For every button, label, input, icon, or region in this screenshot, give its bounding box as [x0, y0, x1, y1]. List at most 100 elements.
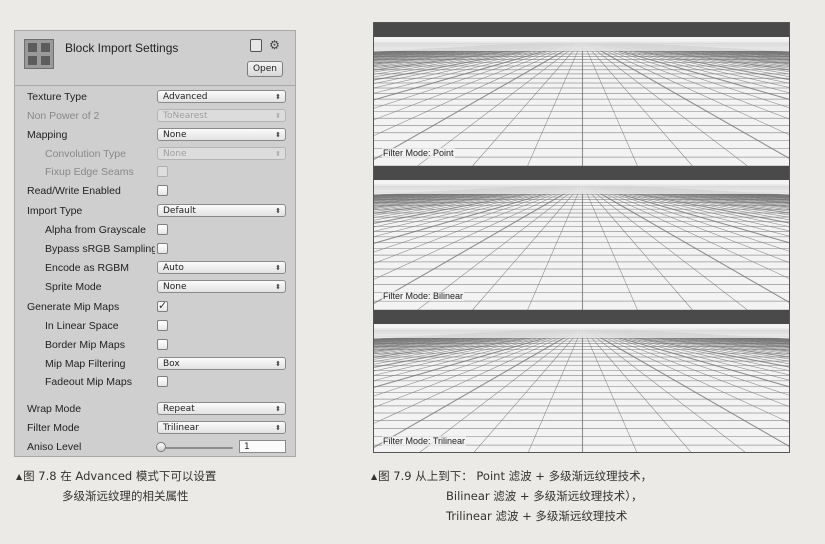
setting-row-fadeout-mip-maps: Fadeout Mip Maps — [15, 374, 295, 392]
chevron-updown-icon: ⬍ — [275, 131, 281, 139]
setting-row-bypass-srgb-sampling: Bypass sRGB Sampling — [15, 241, 295, 259]
book-icon[interactable] — [250, 39, 262, 52]
caption-fig78-line1: 图 7.8 在 Advanced 模式下可以设置 — [23, 469, 217, 483]
inspector-header: Block Import Settings ⚙ Open — [15, 31, 295, 85]
non-power-of-2-label: Non Power of 2 — [27, 110, 100, 122]
texture-type-dropdown[interactable]: Advanced ⬍ — [157, 90, 286, 103]
read-write-enabled-checkbox[interactable] — [157, 185, 168, 196]
import-settings-inspector: Block Import Settings ⚙ Open Texture Typ… — [14, 30, 296, 457]
aniso-level-slider-knob[interactable] — [156, 442, 166, 452]
caption-fig79-line2: Bilinear 滤波 + 多级渐远纹理技术）， — [446, 489, 643, 503]
chevron-updown-icon: ⬍ — [275, 112, 281, 120]
figure-7-8-caption: ▲图 7.8 在 Advanced 模式下可以设置 — [16, 466, 216, 487]
setting-row-convolution-type: Convolution Type None ⬍ — [15, 146, 295, 164]
wrap-mode-value: Repeat — [163, 404, 195, 414]
filter-mode-label-bilinear: Filter Mode: Bilinear — [382, 291, 465, 301]
caption-triangle-icon: ▲ — [371, 472, 378, 481]
aniso-level-number-field[interactable]: 1 — [239, 440, 286, 453]
aniso-level-label: Aniso Level — [27, 441, 82, 453]
convolution-type-dropdown: None ⬍ — [157, 147, 286, 160]
alpha-from-grayscale-checkbox[interactable] — [157, 224, 168, 235]
setting-row-non-power-of-2: Non Power of 2 ToNearest ⬍ — [15, 108, 295, 126]
non-power-of-2-value: ToNearest — [163, 111, 208, 121]
sprite-mode-label: Sprite Mode — [45, 281, 102, 293]
filter-mode-label-trilinear: Filter Mode: Trilinear — [382, 436, 467, 446]
fadeout-mip-maps-checkbox[interactable] — [157, 376, 168, 387]
convolution-type-label: Convolution Type — [45, 148, 126, 160]
read-write-enabled-label: Read/Write Enabled — [27, 185, 121, 197]
chevron-updown-icon: ⬍ — [275, 150, 281, 158]
in-linear-space-label: In Linear Space — [45, 320, 119, 332]
chevron-updown-icon: ⬍ — [275, 264, 281, 272]
bypass-srgb-sampling-checkbox[interactable] — [157, 243, 168, 254]
in-linear-space-checkbox[interactable] — [157, 320, 168, 331]
filter-mode-label-point: Filter Mode: Point — [382, 148, 455, 158]
mapping-dropdown[interactable]: None ⬍ — [157, 128, 286, 141]
checkmark-icon: ✓ — [158, 299, 168, 312]
setting-row-texture-type: Texture Type Advanced ⬍ — [15, 89, 295, 107]
non-power-of-2-dropdown: ToNearest ⬍ — [157, 109, 286, 122]
setting-row-aniso-level: Aniso Level 1 — [15, 439, 295, 457]
border-mip-maps-label: Border Mip Maps — [45, 339, 125, 351]
mapping-value: None — [163, 130, 187, 140]
encode-as-rgbm-dropdown[interactable]: Auto ⬍ — [157, 261, 286, 274]
mip-map-filtering-label: Mip Map Filtering — [45, 358, 126, 370]
alpha-from-grayscale-label: Alpha from Grayscale — [45, 224, 146, 236]
convolution-type-value: None — [163, 149, 187, 159]
caption-fig79-line1: 图 7.9 从上到下： Point 滤波 + 多级渐远纹理技术， — [378, 469, 653, 483]
generate-mip-maps-checkbox[interactable]: ✓ — [157, 299, 168, 312]
setting-row-wrap-mode: Wrap Mode Repeat ⬍ — [15, 401, 295, 419]
chevron-updown-icon: ⬍ — [275, 405, 281, 413]
inspector-title: Block Import Settings — [65, 41, 179, 55]
wrap-mode-label: Wrap Mode — [27, 403, 82, 415]
wrap-mode-dropdown[interactable]: Repeat ⬍ — [157, 402, 286, 415]
caption-fig78-line2: 多级渐远纹理的相关属性 — [62, 489, 189, 503]
setting-row-read-write-enabled: Read/Write Enabled — [15, 183, 295, 201]
mapping-label: Mapping — [27, 129, 68, 141]
chevron-updown-icon: ⬍ — [275, 360, 281, 368]
setting-row-fixup-edge-seams: Fixup Edge Seams — [15, 164, 295, 182]
setting-row-in-linear-space: In Linear Space — [15, 318, 295, 336]
header-divider — [15, 85, 295, 86]
bypass-srgb-sampling-label: Bypass sRGB Sampling — [45, 243, 155, 255]
setting-row-mapping: Mapping None ⬍ — [15, 127, 295, 145]
caption-triangle-icon: ▲ — [16, 472, 23, 481]
filter-mode-comparison-image: Filter Mode: Point Filter Mode: Bilinear… — [373, 22, 790, 453]
texture-type-value: Advanced — [163, 92, 208, 102]
encode-as-rgbm-value: Auto — [163, 263, 184, 273]
texture-type-label: Texture Type — [27, 91, 87, 103]
setting-row-mip-map-filtering: Mip Map Filtering Box ⬍ — [15, 356, 295, 374]
chevron-updown-icon: ⬍ — [275, 283, 281, 291]
setting-row-alpha-from-grayscale: Alpha from Grayscale — [15, 222, 295, 240]
open-button[interactable]: Open — [247, 61, 283, 77]
caption-fig79-line3: Trilinear 滤波 + 多级渐远纹理技术 — [446, 509, 628, 523]
aniso-level-slider-track[interactable] — [161, 447, 233, 449]
fixup-edge-seams-label: Fixup Edge Seams — [45, 166, 134, 178]
filter-mode-dropdown[interactable]: Trilinear ⬍ — [157, 421, 286, 434]
fixup-edge-seams-checkbox — [157, 166, 168, 177]
mip-map-filtering-dropdown[interactable]: Box ⬍ — [157, 357, 286, 370]
mip-map-filtering-value: Box — [163, 359, 180, 369]
setting-row-sprite-mode: Sprite Mode None ⬍ — [15, 279, 295, 297]
import-type-dropdown[interactable]: Default ⬍ — [157, 204, 286, 217]
filter-mode-label: Filter Mode — [27, 422, 80, 434]
perspective-grid-render — [374, 23, 789, 452]
grid-panel-1 — [374, 166, 789, 311]
sprite-mode-dropdown[interactable]: None ⬍ — [157, 280, 286, 293]
texture-asset-icon — [24, 39, 54, 69]
gear-icon[interactable]: ⚙ — [268, 39, 281, 52]
setting-row-filter-mode: Filter Mode Trilinear ⬍ — [15, 420, 295, 438]
grid-panel-0 — [374, 23, 789, 167]
setting-row-generate-mip-maps: Generate Mip Maps ✓ — [15, 299, 295, 317]
setting-row-encode-as-rgbm: Encode as RGBM Auto ⬍ — [15, 260, 295, 278]
encode-as-rgbm-label: Encode as RGBM — [45, 262, 130, 274]
chevron-updown-icon: ⬍ — [275, 93, 281, 101]
setting-row-import-type: Import Type Default ⬍ — [15, 203, 295, 221]
import-type-label: Import Type — [27, 205, 83, 217]
chevron-updown-icon: ⬍ — [275, 207, 281, 215]
generate-mip-maps-label: Generate Mip Maps — [27, 301, 120, 313]
border-mip-maps-checkbox[interactable] — [157, 339, 168, 350]
filter-mode-value: Trilinear — [163, 423, 199, 433]
import-type-value: Default — [163, 206, 196, 216]
sprite-mode-value: None — [163, 282, 187, 292]
